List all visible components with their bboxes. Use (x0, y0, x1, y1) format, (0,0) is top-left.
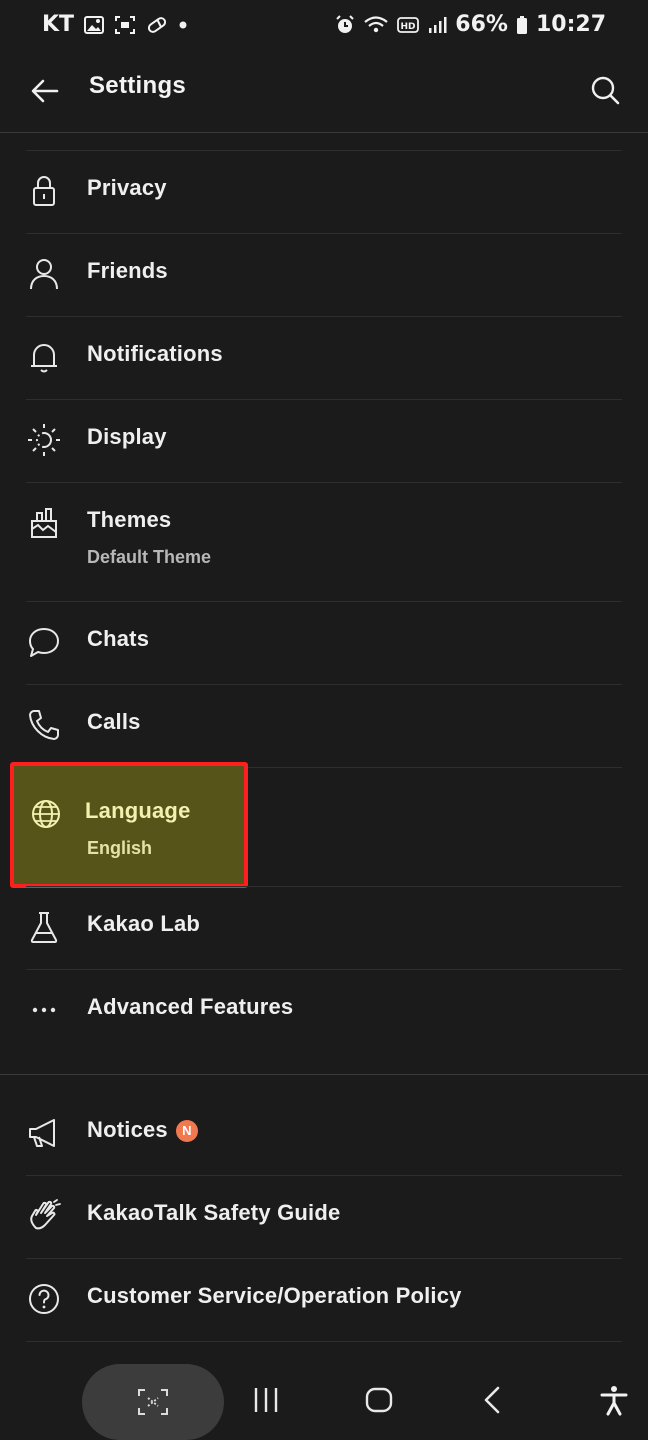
settings-item-label: Themes (87, 507, 172, 532)
bell-icon (31, 344, 57, 373)
settings-item-calls[interactable]: Calls (26, 684, 622, 767)
home-icon (365, 1387, 393, 1413)
back-button[interactable] (28, 74, 62, 108)
chevron-left-icon (484, 1386, 500, 1414)
svg-text:HD: HD (401, 22, 416, 32)
settings-item-notifications[interactable]: Notifications (26, 316, 622, 399)
search-button[interactable] (588, 73, 622, 107)
new-badge: N (175, 1120, 198, 1143)
settings-item-themes[interactable]: Themes Default Theme (26, 482, 622, 601)
settings-item-label: Chats (87, 626, 150, 651)
settings-screen: KT HD 66% 10:27 Settings Privacy Friends… (0, 0, 648, 1440)
hd-icon: HD (397, 16, 420, 34)
settings-item-label: Display (87, 424, 167, 449)
page-title: Settings (89, 72, 187, 99)
battery-percent: 66% (455, 12, 508, 37)
phone-icon (29, 710, 59, 740)
settings-item-chats[interactable]: Chats (26, 601, 622, 684)
settings-item-customer-service[interactable]: Customer Service/Operation Policy (26, 1258, 622, 1341)
brightness-icon (28, 424, 60, 456)
settings-item-label: Kakao Lab (87, 911, 201, 936)
settings-item-label: Calls (87, 709, 141, 734)
settings-item-safety-guide[interactable]: KakaoTalk Safety Guide (26, 1175, 622, 1258)
settings-item-advanced-features[interactable]: Advanced Features (26, 969, 622, 1052)
settings-item-label: Friends (87, 258, 168, 283)
settings-item-privacy[interactable]: Privacy (26, 150, 622, 233)
screen-capture-button[interactable] (82, 1364, 224, 1440)
settings-item-language[interactable]: Language English (10, 762, 622, 888)
pill-icon (146, 15, 168, 35)
search-icon (591, 76, 620, 105)
section-divider (0, 1052, 648, 1075)
settings-item-label: Advanced Features (87, 994, 294, 1019)
more-dots-icon (32, 1007, 56, 1013)
settings-item-display[interactable]: Display (26, 399, 622, 482)
alarm-icon (335, 14, 355, 35)
settings-item-label: KakaoTalk Safety Guide (87, 1200, 341, 1225)
settings-item-label: Notifications (87, 341, 223, 366)
accessibility-icon (600, 1386, 628, 1416)
app-bar: Settings (0, 52, 648, 133)
person-icon (30, 259, 58, 290)
brush-icon (31, 508, 57, 538)
system-nav-bar (0, 1360, 648, 1440)
settings-item-friends[interactable]: Friends (26, 233, 622, 316)
home-button[interactable] (363, 1384, 395, 1416)
carrier-label: KT (42, 12, 75, 37)
settings-item-notices[interactable]: Notices N (26, 1093, 622, 1175)
arrow-left-icon (31, 79, 59, 103)
lock-icon (33, 176, 55, 206)
chat-bubble-icon (29, 628, 59, 657)
settings-item-label: Customer Service/Operation Policy (87, 1283, 462, 1308)
gallery-icon (84, 15, 105, 34)
signal-icon (427, 15, 447, 35)
flask-icon (30, 912, 58, 943)
settings-item-label: Notices (87, 1117, 168, 1142)
settings-item-value: English (87, 838, 153, 858)
settings-list: Privacy Friends Notifications Display Th… (0, 150, 648, 1424)
wifi-icon (363, 15, 389, 35)
status-bar: KT HD 66% 10:27 (0, 0, 648, 52)
dot-icon (178, 20, 188, 30)
recents-button[interactable] (250, 1384, 282, 1416)
accessibility-button[interactable] (598, 1384, 630, 1416)
back-nav-button[interactable] (477, 1384, 509, 1416)
settings-item-value: Default Theme (87, 547, 212, 567)
recents-icon (254, 1388, 278, 1412)
globe-icon (32, 800, 60, 828)
megaphone-icon (29, 1119, 55, 1147)
settings-item-label-wrap: Notices N (87, 1117, 198, 1143)
screenshot-icon (114, 15, 136, 35)
settings-item-label: Language (85, 798, 191, 823)
settings-item-kakao-lab[interactable]: Kakao Lab (26, 886, 622, 969)
capture-icon (138, 1389, 168, 1415)
settings-item-label: Privacy (87, 175, 167, 200)
battery-icon (516, 15, 528, 35)
help-circle-icon (29, 1284, 59, 1314)
hand-icon (30, 1199, 61, 1230)
clock: 10:27 (535, 12, 606, 37)
